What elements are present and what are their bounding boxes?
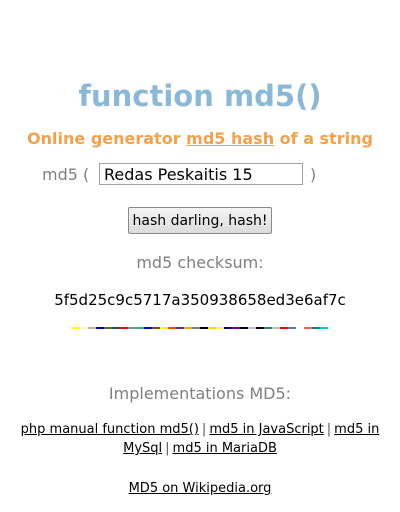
subtitle-prefix: Online generator xyxy=(27,129,187,148)
hash-color-segment xyxy=(128,327,136,329)
hash-color-segment xyxy=(280,327,288,329)
hash-color-segment xyxy=(200,327,208,329)
hash-color-segment xyxy=(232,327,240,329)
md5-hash-link[interactable]: md5 hash xyxy=(186,129,274,148)
hash-color-segment xyxy=(304,327,312,329)
javascript-md5-link[interactable]: md5 in JavaScript xyxy=(209,422,323,437)
hash-color-segment xyxy=(216,327,224,329)
hash-color-segment xyxy=(104,327,112,329)
hash-color-segment xyxy=(168,327,176,329)
hash-color-segment xyxy=(320,327,328,329)
hash-color-segment xyxy=(144,327,152,329)
hash-button[interactable]: hash darling, hash! xyxy=(128,207,272,234)
hash-color-segment xyxy=(80,327,88,329)
subtitle-suffix: of a string xyxy=(274,129,373,148)
hash-color-segment xyxy=(120,327,128,329)
hash-color-segment xyxy=(192,327,200,329)
implementation-links: php manual function md5() | md5 in JavaScr… xyxy=(6,420,394,458)
link-separator: | xyxy=(201,422,207,437)
hash-color-segment xyxy=(112,327,120,329)
hash-color-bar xyxy=(72,327,328,329)
hash-color-segment xyxy=(136,327,144,329)
hash-color-segment xyxy=(240,327,248,329)
string-input[interactable] xyxy=(99,163,303,185)
hash-color-segment xyxy=(224,327,232,329)
implementations-title: Implementations MD5: xyxy=(108,384,292,403)
hash-color-segment xyxy=(208,327,216,329)
hash-color-segment xyxy=(272,327,280,329)
hash-color-segment xyxy=(72,327,80,329)
php-md5-link[interactable]: php manual function md5() xyxy=(21,422,199,437)
md5-open-label: md5 ( xyxy=(42,165,90,184)
hash-color-segment xyxy=(96,327,104,329)
input-row: md5 ( ) xyxy=(0,162,400,188)
hash-color-segment xyxy=(248,327,256,329)
hash-color-segment xyxy=(264,327,272,329)
hash-color-segment xyxy=(296,327,304,329)
md5-close-label: ) xyxy=(310,165,317,184)
hash-color-segment xyxy=(88,327,96,329)
hash-output: 5f5d25c9c5717a350938658ed3e6af7c xyxy=(54,291,346,309)
page-title: function md5() xyxy=(78,79,322,113)
link-separator: | xyxy=(165,441,170,456)
hash-color-segment xyxy=(176,327,184,329)
hash-color-segment xyxy=(152,327,160,329)
checksum-label: md5 checksum: xyxy=(136,253,264,272)
hash-color-segment xyxy=(184,327,192,329)
wikipedia-link-container: MD5 on Wikipedia.org xyxy=(0,480,400,498)
hash-color-segment xyxy=(288,327,296,329)
mariadb-md5-link[interactable]: md5 in MariaDB xyxy=(173,441,277,456)
wikipedia-link[interactable]: MD5 on Wikipedia.org xyxy=(129,481,272,496)
hash-color-segment xyxy=(256,327,264,329)
hash-color-segment xyxy=(160,327,168,329)
hash-color-segment xyxy=(312,327,320,329)
subtitle: Online generator md5 hash of a string xyxy=(0,128,400,150)
link-separator: | xyxy=(326,422,332,437)
